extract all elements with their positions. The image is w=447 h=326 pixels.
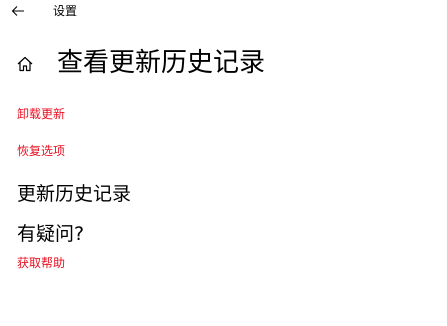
home-icon — [14, 53, 36, 75]
back-button[interactable] — [4, 0, 32, 22]
uninstall-updates-link[interactable]: 卸载更新 — [17, 107, 65, 121]
page-title: 查看更新历史记录 — [57, 48, 266, 78]
get-help-link[interactable]: 获取帮助 — [17, 256, 65, 270]
back-arrow-icon — [11, 5, 25, 17]
questions-heading: 有疑问? — [17, 223, 85, 245]
page-header: 查看更新历史记录 — [14, 46, 265, 80]
window-title: 设置 — [53, 4, 78, 18]
update-history-heading: 更新历史记录 — [17, 183, 132, 205]
title-bar: 设置 — [0, 0, 447, 24]
recovery-options-link[interactable]: 恢复选项 — [17, 144, 65, 158]
